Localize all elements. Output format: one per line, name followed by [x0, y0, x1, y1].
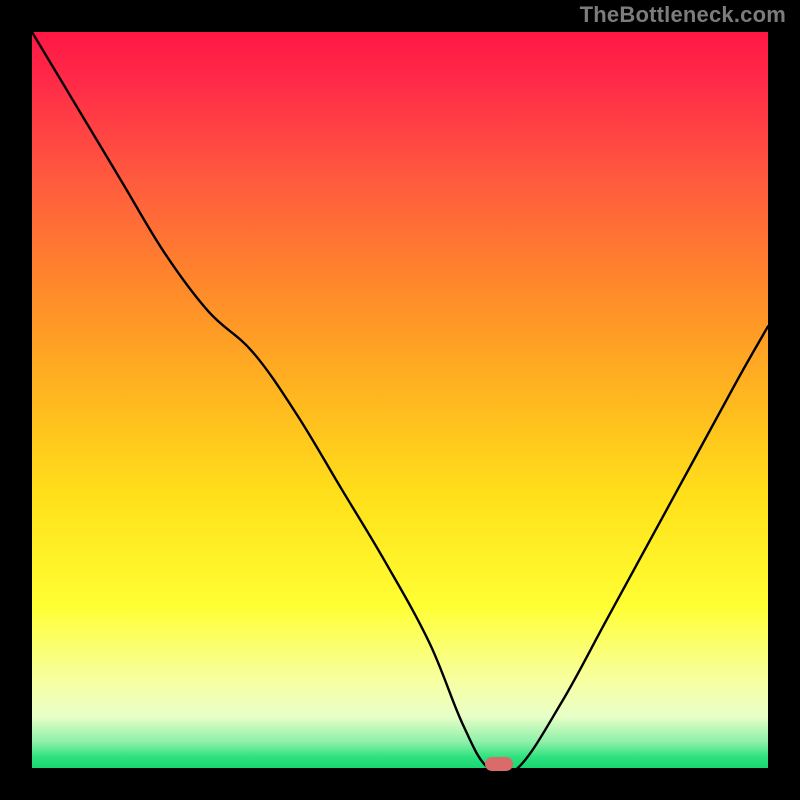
- plot-area: [32, 32, 768, 768]
- minimum-marker: [485, 757, 513, 771]
- watermark-text: TheBottleneck.com: [580, 2, 786, 28]
- chart-frame: TheBottleneck.com: [0, 0, 800, 800]
- chart-svg: [32, 32, 768, 768]
- gradient-background: [32, 32, 768, 768]
